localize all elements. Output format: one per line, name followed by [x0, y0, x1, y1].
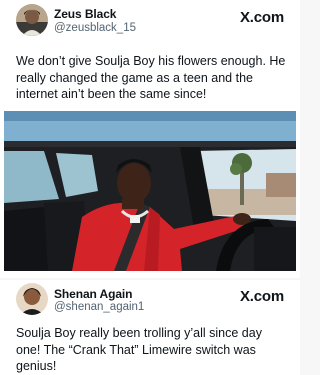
user-handle[interactable]: @shenan_again1 [54, 301, 144, 313]
x-logo: X.com [239, 288, 284, 305]
post-card: Shenan Again @shenan_again1 X.com Soulja… [0, 280, 300, 375]
display-name[interactable]: Shenan Again [54, 287, 132, 301]
x-logo: X.com [239, 9, 284, 26]
car-driver-photo-icon[interactable] [4, 111, 296, 271]
post-card: Zeus Black @zeusblack_15 X.com We don’t … [0, 0, 300, 278]
tweet-text: We don’t give Soulja Boy his flowers eno… [16, 54, 286, 101]
tweet-text: Soulja Boy really been trolling y’all si… [16, 326, 262, 373]
avatar-photo-icon[interactable] [16, 283, 48, 315]
user-handle[interactable]: @zeusblack_15 [54, 22, 136, 34]
avatar-photo-icon[interactable] [16, 4, 48, 36]
display-name[interactable]: Zeus Black [54, 7, 116, 21]
